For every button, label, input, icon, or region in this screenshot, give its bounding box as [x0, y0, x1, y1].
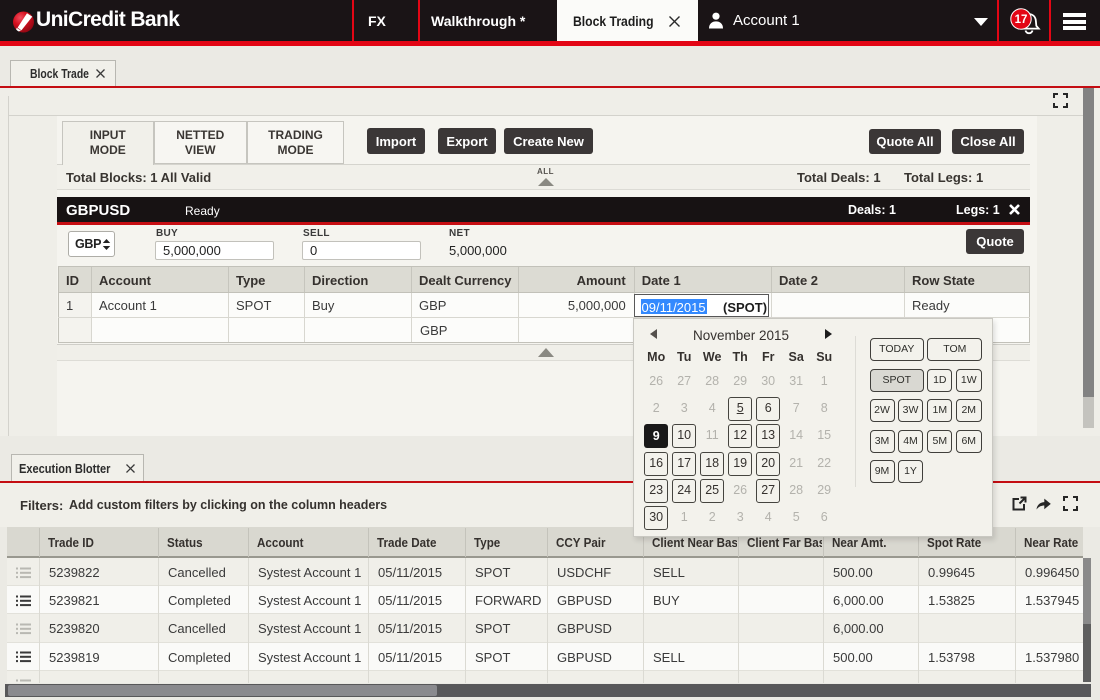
svg-text:17: 17	[1015, 14, 1028, 26]
